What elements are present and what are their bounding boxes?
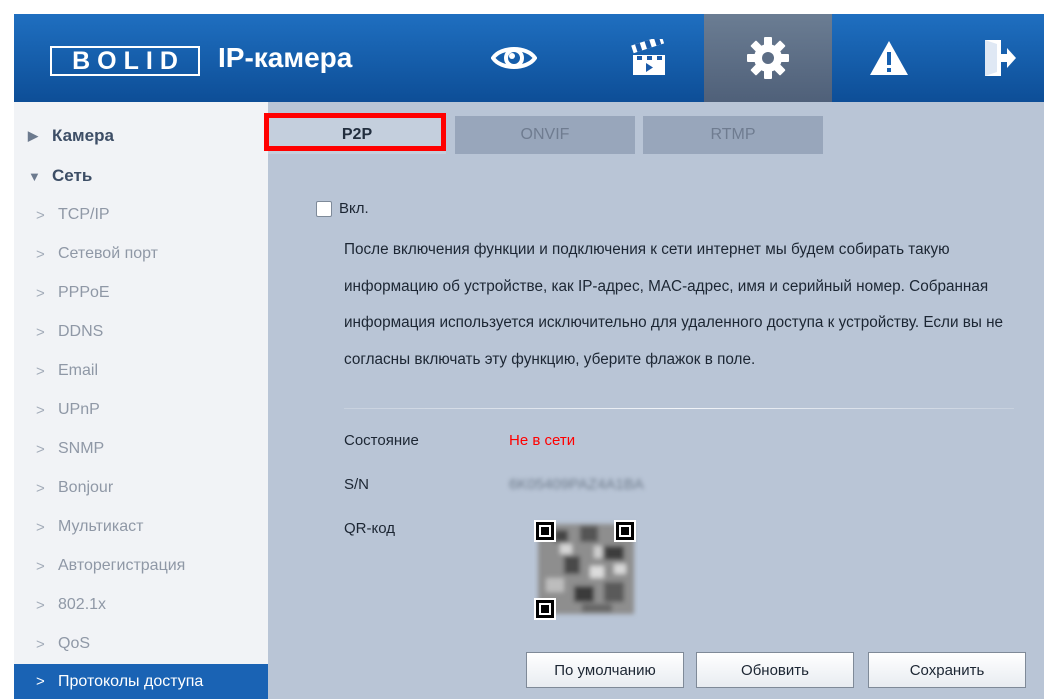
chevron-right-icon: > bbox=[36, 635, 45, 653]
main-panel: P2P ONVIF RTMP Вкл. После включения функ… bbox=[264, 102, 1044, 699]
qr-label: QR-код bbox=[344, 520, 395, 537]
clapperboard-icon bbox=[631, 39, 665, 75]
eye-icon bbox=[491, 47, 537, 69]
logout-icon bbox=[985, 40, 1016, 76]
bolid-logo: BOLID bbox=[50, 45, 200, 77]
sidebar-item-access-protocols[interactable]: > Протоколы доступа bbox=[14, 664, 268, 699]
sidebar-item-auto-registration[interactable]: > Авторегистрация bbox=[14, 547, 268, 585]
live-view-button[interactable] bbox=[469, 14, 559, 102]
qr-code-image bbox=[534, 516, 638, 620]
sidebar-item-label: QoS bbox=[58, 635, 91, 652]
top-header: BOLID IP-камера bbox=[14, 14, 1044, 102]
status-value: Не в сети bbox=[509, 432, 576, 449]
sidebar-item-qos[interactable]: > QoS bbox=[14, 625, 268, 663]
tab-highlight-frame bbox=[264, 113, 446, 151]
sidebar-item-network-port[interactable]: > Сетевой порт bbox=[14, 235, 268, 273]
qr-finder-top-left bbox=[534, 520, 556, 542]
tab-onvif[interactable]: ONVIF bbox=[455, 116, 635, 154]
chevron-right-icon: > bbox=[36, 479, 45, 497]
chevron-right-icon: > bbox=[36, 206, 45, 224]
logout-button[interactable] bbox=[954, 14, 1044, 102]
chevron-right-icon: > bbox=[36, 245, 45, 263]
gear-icon bbox=[747, 37, 789, 79]
sidebar-item-multicast[interactable]: > Мультикаст bbox=[14, 508, 268, 546]
sidebar-item-snmp[interactable]: > SNMP bbox=[14, 430, 268, 468]
caret-down-icon: ▼ bbox=[28, 168, 41, 184]
alarm-button[interactable] bbox=[839, 14, 939, 102]
sidebar-item-label: Мультикаст bbox=[58, 518, 144, 535]
warning-icon bbox=[870, 41, 908, 75]
sidebar-item-label: Сеть bbox=[52, 166, 93, 185]
refresh-button[interactable]: Обновить bbox=[696, 652, 854, 688]
sidebar-item-ddns[interactable]: > DDNS bbox=[14, 313, 268, 351]
status-label: Состояние bbox=[344, 432, 419, 449]
sidebar-item-label: DDNS bbox=[58, 323, 104, 340]
sidebar-item-label: UPnP bbox=[58, 401, 100, 418]
chevron-right-icon: > bbox=[36, 362, 45, 380]
chevron-right-icon: > bbox=[36, 284, 45, 302]
sidebar-item-8021x[interactable]: > 802.1x bbox=[14, 586, 268, 624]
sidebar-item-camera[interactable]: ▶ Камера bbox=[14, 117, 268, 155]
product-title: IP-камера bbox=[218, 42, 353, 73]
sidebar-item-label: SNMP bbox=[58, 440, 105, 457]
chevron-right-icon: > bbox=[36, 596, 45, 614]
caret-right-icon: ▶ bbox=[28, 128, 38, 143]
sidebar-item-label: Сетевой порт bbox=[58, 245, 159, 262]
enable-label: Вкл. bbox=[339, 200, 369, 217]
save-button[interactable]: Сохранить bbox=[868, 652, 1026, 688]
qr-finder-bottom-left bbox=[534, 598, 556, 620]
sidebar-item-tcpip[interactable]: > TCP/IP bbox=[14, 196, 268, 234]
sidebar-item-network[interactable]: ▼ Сеть bbox=[14, 157, 268, 195]
sidebar-item-email[interactable]: > Email bbox=[14, 352, 268, 390]
p2p-description: После включения функции и подключения к … bbox=[344, 241, 1004, 368]
sidebar-item-label: Email bbox=[58, 362, 99, 379]
sidebar-item-label: PPPoE bbox=[58, 284, 110, 301]
sidebar-item-pppoe[interactable]: > PPPoE bbox=[14, 274, 268, 312]
sidebar-item-upnp[interactable]: > UPnP bbox=[14, 391, 268, 429]
enable-row: Вкл. bbox=[316, 200, 369, 217]
sidebar-item-label: 802.1x bbox=[58, 596, 107, 613]
sidebar: ▶ Камера ▼ Сеть > TCP/IP > Сетевой порт … bbox=[14, 102, 268, 699]
section-divider bbox=[344, 408, 1014, 409]
sn-label: S/N bbox=[344, 476, 370, 493]
qr-finder-top-right bbox=[614, 520, 636, 542]
chevron-right-icon: > bbox=[36, 401, 45, 419]
sidebar-item-bonjour[interactable]: > Bonjour bbox=[14, 469, 268, 507]
settings-button[interactable] bbox=[704, 14, 832, 102]
tab-bar: P2P ONVIF RTMP bbox=[264, 113, 1044, 154]
sn-value: 6K05409PAZ4A1BA bbox=[509, 476, 644, 493]
chevron-right-icon: > bbox=[36, 557, 45, 575]
chevron-right-icon: > bbox=[36, 518, 45, 536]
sidebar-item-label: Авторегистрация bbox=[58, 557, 186, 574]
chevron-right-icon: > bbox=[36, 440, 45, 458]
chevron-right-icon: > bbox=[36, 323, 45, 341]
sidebar-item-label: TCP/IP bbox=[58, 206, 110, 223]
playback-button[interactable] bbox=[599, 14, 699, 102]
enable-checkbox[interactable] bbox=[316, 200, 332, 217]
sidebar-item-label: Протоколы доступа bbox=[58, 672, 204, 690]
sidebar-item-label: Bonjour bbox=[58, 479, 114, 496]
chevron-right-icon: > bbox=[36, 673, 45, 690]
sidebar-item-label: Камера bbox=[52, 126, 114, 145]
default-button[interactable]: По умолчанию bbox=[526, 652, 684, 688]
tab-rtmp[interactable]: RTMP bbox=[643, 116, 823, 154]
